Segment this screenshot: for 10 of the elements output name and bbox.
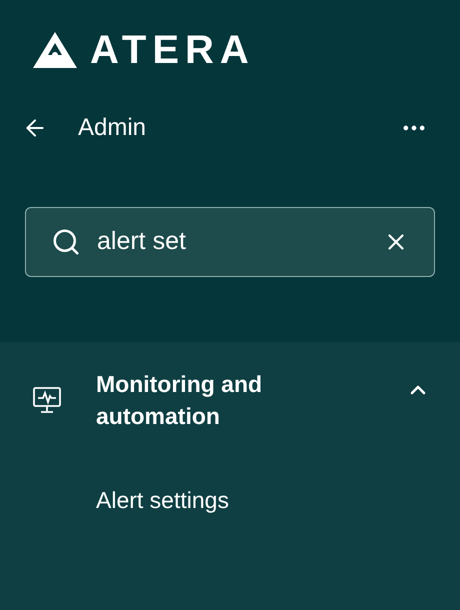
search-field[interactable]: alert set <box>25 207 435 277</box>
logo-wordmark: ATERA <box>90 30 255 70</box>
search-icon <box>51 227 81 257</box>
monitor-icon <box>32 385 62 415</box>
menu-item[interactable]: Alert settings <box>0 484 460 516</box>
page-title: Admin <box>78 113 146 143</box>
menu-group-header[interactable]: Monitoring and automation <box>0 368 460 432</box>
logo-icon <box>32 31 78 69</box>
search-input[interactable]: alert set <box>97 223 383 261</box>
menu-group-label: Monitoring and automation <box>96 370 264 431</box>
